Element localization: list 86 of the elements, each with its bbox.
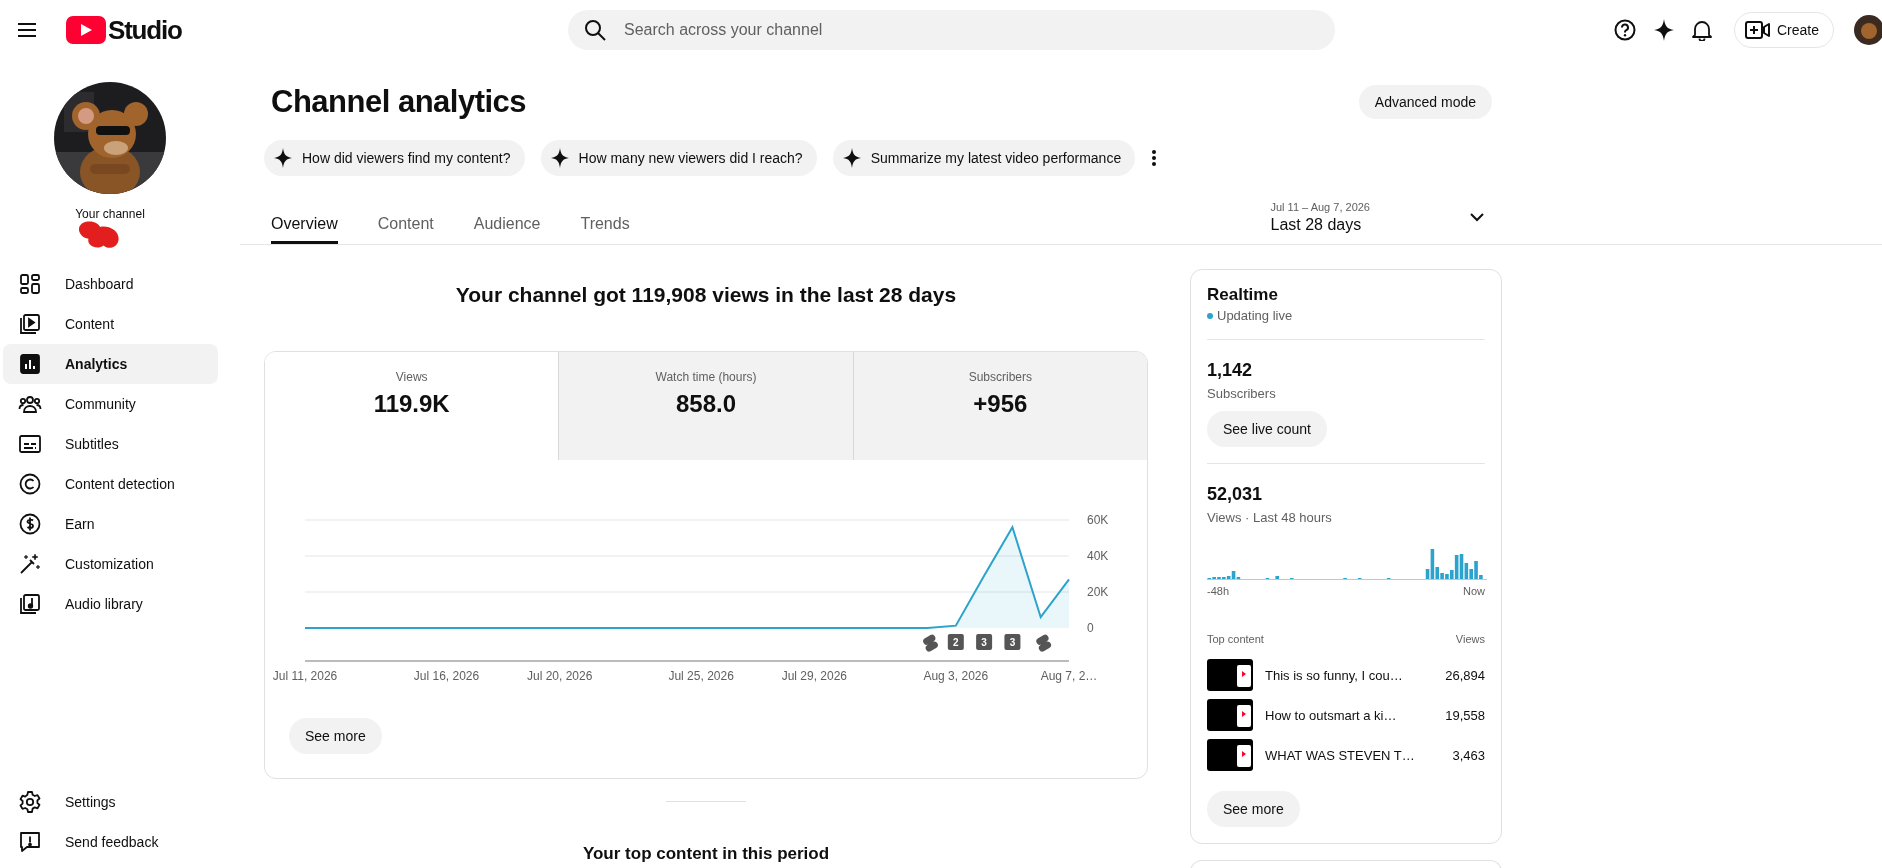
x-tick-label: Jul 20, 2026 <box>526 669 593 683</box>
axis-end-label: Now <box>1463 585 1485 597</box>
nav-item[interactable]: Community <box>3 384 218 424</box>
column-heading: Views <box>1455 633 1485 645</box>
nav-item[interactable]: Customization <box>3 544 218 584</box>
x-tick-label: Aug 7, 2… <box>1040 669 1098 683</box>
tab[interactable]: Audience <box>473 196 541 244</box>
summary-heading: Your channel got 119,908 views in the last 28 days <box>455 283 957 307</box>
advanced-mode-button[interactable]: Advanced mode <box>1358 85 1492 119</box>
help-icon[interactable] <box>1613 19 1636 41</box>
see-more-button[interactable]: See more <box>289 718 382 754</box>
settings-icon <box>18 790 42 814</box>
shorts-icon[interactable] <box>923 634 938 652</box>
nav-item[interactable]: Dashboard <box>3 264 218 304</box>
analytics-icon <box>18 352 42 376</box>
chevron-down-icon <box>1470 213 1484 222</box>
sparkle-icon <box>550 148 569 168</box>
views-label: Views · Last 48 hours <box>1207 510 1333 525</box>
video-camera-plus-icon <box>1744 20 1771 40</box>
views-count: 52,031 <box>1207 484 1264 505</box>
bell-icon[interactable] <box>1691 19 1712 41</box>
nav-item[interactable]: Analytics <box>3 344 218 384</box>
dashboard-icon <box>18 272 42 296</box>
live-status: Updating live <box>1217 308 1293 323</box>
nav-item[interactable]: Subtitles <box>3 424 218 464</box>
video-count-badge[interactable]: 3 <box>976 634 993 650</box>
x-tick-label: Jul 16, 2026 <box>413 669 480 683</box>
copyright-icon <box>18 472 42 496</box>
nav-item[interactable]: Content <box>3 304 218 344</box>
view-count: 3,463 <box>1452 747 1485 763</box>
y-tick-label: 40K <box>1087 549 1109 563</box>
y-tick-label: 60K <box>1087 513 1109 527</box>
nav-item[interactable]: Send feedback <box>3 822 218 862</box>
see-live-count-button[interactable]: See live count <box>1207 411 1327 447</box>
content-icon <box>18 312 42 336</box>
tab[interactable]: Trends <box>580 196 630 244</box>
date-range-selector[interactable]: Jul 11 – Aug 7, 2026 Last 28 days <box>1270 201 1492 244</box>
view-count: 26,894 <box>1445 667 1485 683</box>
nav-item[interactable]: Settings <box>3 782 218 822</box>
live-dot-icon <box>1207 312 1213 319</box>
suggestion-chip[interactable]: Summarize my latest video performance <box>832 140 1136 176</box>
view-count: 19,558 <box>1445 707 1485 723</box>
metric-tab[interactable]: Subscribers +956 <box>852 352 1147 460</box>
video-count-badge[interactable]: 3 <box>1004 634 1021 650</box>
sparkle-icon[interactable] <box>1653 19 1674 41</box>
x-tick-label: Jul 25, 2026 <box>668 669 734 683</box>
suggestion-chip[interactable]: How many new viewers did I reach? <box>540 140 817 176</box>
subscriber-count: 1,142 <box>1207 360 1254 381</box>
nav-item[interactable]: Content detection <box>3 464 218 504</box>
section-heading: Your top content in this period <box>582 844 830 864</box>
play-logo-icon <box>66 16 106 44</box>
card-title: Realtime <box>1207 285 1279 305</box>
video-count-badge[interactable]: 2 <box>947 634 964 650</box>
x-tick-label: Jul 29, 2026 <box>781 669 848 683</box>
feedback-icon <box>18 830 42 854</box>
sparkle-icon <box>842 148 861 168</box>
nav-item[interactable]: Audio library <box>3 584 218 624</box>
y-tick-label: 20K <box>1087 585 1109 599</box>
shorts-icon[interactable] <box>1036 634 1052 652</box>
x-tick-label: Jul 11, 2026 <box>272 669 338 683</box>
subtitles-icon <box>18 432 42 456</box>
search-field[interactable]: Search across your channel <box>568 10 1335 50</box>
subscribers-label: Subscribers <box>1207 386 1277 401</box>
video-title[interactable]: This is so funny, I cou… <box>1265 667 1434 683</box>
y-tick-label: 0 <box>1087 621 1094 635</box>
tab[interactable]: Content <box>377 196 434 244</box>
suggestion-chip[interactable]: How did viewers find my content? <box>264 140 525 176</box>
avatar-icon[interactable] <box>1852 15 1882 45</box>
column-heading: Top content <box>1207 633 1264 645</box>
video-title[interactable]: WHAT WAS STEVEN T… <box>1265 747 1441 763</box>
more-icon[interactable] <box>1151 149 1158 167</box>
customization-icon <box>18 552 42 576</box>
axis-start-label: -48h <box>1207 585 1230 597</box>
page-title: Channel analytics <box>271 84 527 120</box>
logo-text[interactable]: Studio <box>108 14 182 46</box>
see-more-button[interactable]: See more <box>1207 791 1300 827</box>
nav-item[interactable]: Earn <box>3 504 218 544</box>
audio-icon <box>18 592 42 616</box>
channel-name: Your channel <box>75 207 145 221</box>
earn-icon <box>18 512 42 536</box>
metric-tab[interactable]: Watch time (hours) 858.0 <box>558 352 853 460</box>
menu-icon[interactable] <box>18 23 36 37</box>
sparkle-icon <box>274 148 292 168</box>
x-tick-label: Aug 3, 2026 <box>923 669 989 683</box>
search-icon <box>584 19 606 41</box>
video-title[interactable]: How to outsmart a ki… <box>1265 707 1434 723</box>
